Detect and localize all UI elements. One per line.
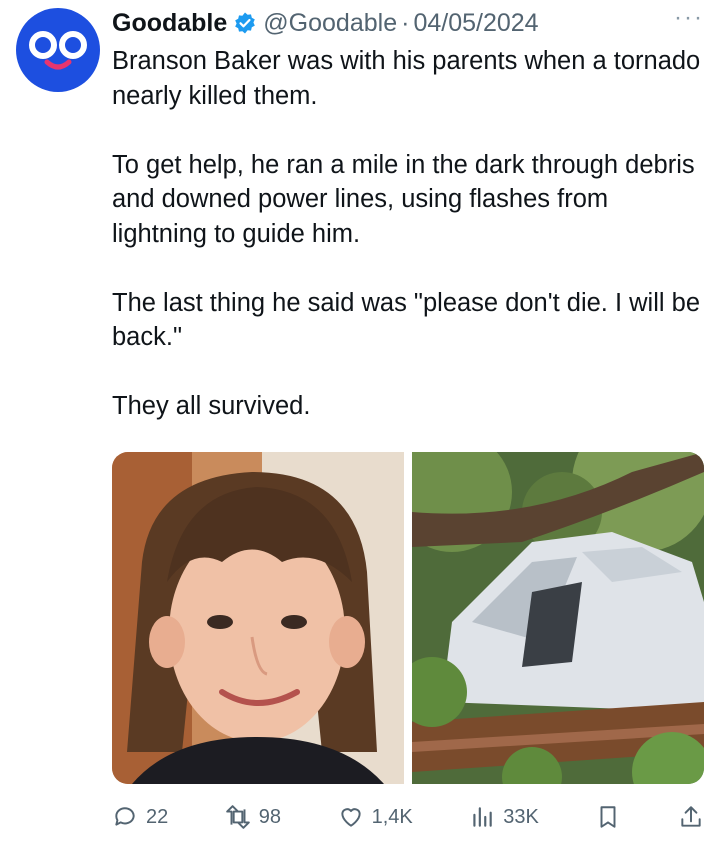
child-photo[interactable]	[112, 452, 404, 784]
share-button[interactable]	[678, 804, 704, 830]
like-icon	[340, 808, 361, 827]
views-icon	[473, 807, 493, 827]
media-grid	[112, 452, 704, 784]
action-bar: 22 98 1,4K 33K	[112, 800, 704, 834]
bookmark-button[interactable]	[595, 804, 621, 830]
bookmark-icon	[600, 806, 616, 828]
view-count: 33K	[503, 805, 539, 828]
separator-dot: ·	[401, 8, 410, 37]
goodable-logo-icon	[29, 31, 87, 70]
post-header: Goodable @Goodable · 04/05/2024	[112, 6, 704, 40]
wreckage-photo[interactable]	[412, 452, 704, 784]
share-icon	[681, 806, 701, 827]
avatar[interactable]	[16, 8, 100, 92]
author-name[interactable]: Goodable	[112, 9, 227, 38]
reply-button[interactable]: 22	[112, 804, 168, 830]
post-paragraph: To get help, he ran a mile in the dark t…	[112, 150, 695, 248]
repost-button[interactable]: 98	[225, 804, 281, 830]
post-paragraph: Branson Baker was with his parents when …	[112, 47, 701, 110]
like-count: 1,4K	[371, 805, 413, 828]
author-handle[interactable]: @Goodable	[263, 9, 397, 38]
post-paragraph: They all survived.	[112, 392, 311, 420]
more-icon[interactable]: ···	[674, 4, 704, 32]
verified-badge-icon	[235, 12, 256, 34]
like-button[interactable]: 1,4K	[338, 804, 413, 830]
repost-icon	[225, 805, 250, 829]
post-text: Branson Baker was with his parents when …	[112, 44, 702, 458]
reply-icon	[115, 807, 135, 826]
post-date[interactable]: 04/05/2024	[413, 9, 538, 38]
views-button[interactable]: 33K	[469, 804, 539, 830]
post-paragraph: The last thing he said was "please don't…	[112, 288, 701, 352]
reply-count: 22	[146, 805, 169, 828]
repost-count: 98	[258, 805, 282, 828]
